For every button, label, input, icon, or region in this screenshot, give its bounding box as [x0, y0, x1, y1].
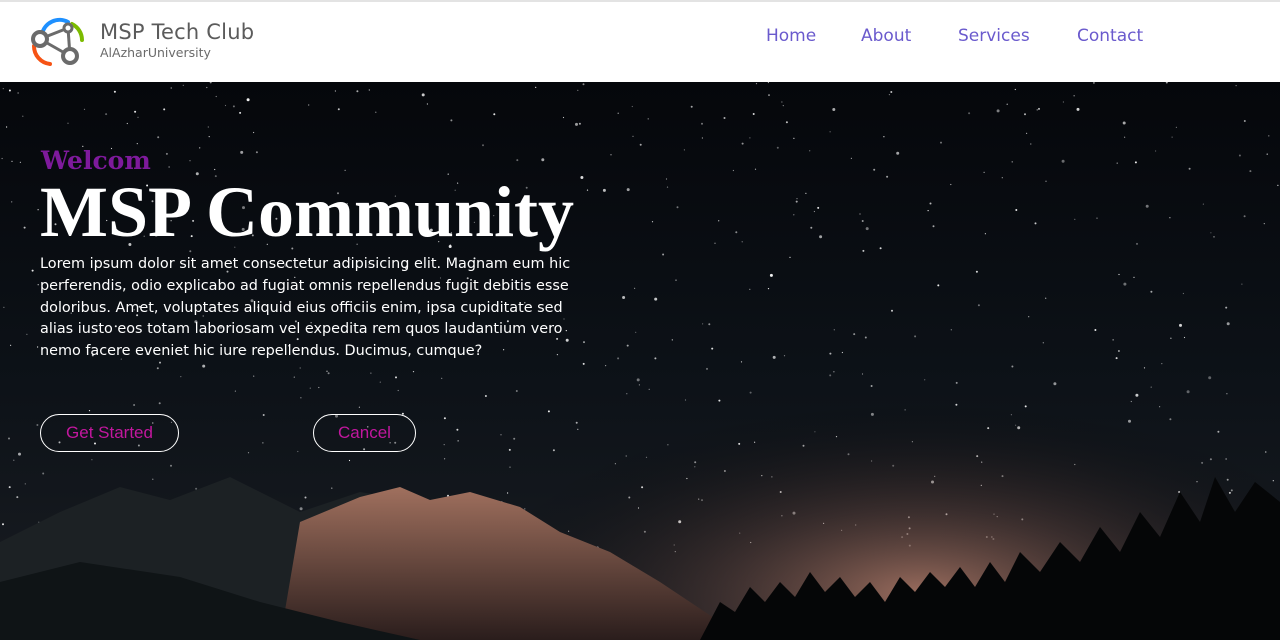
hero-title: MSP Community — [40, 172, 575, 252]
nav-home-link[interactable]: Home — [766, 26, 816, 46]
nav-about-link[interactable]: About — [861, 26, 911, 46]
brand-subtitle: AlAzharUniversity — [100, 45, 211, 60]
brand-title: MSP Tech Club — [100, 20, 255, 44]
msp-logo-icon[interactable] — [28, 16, 88, 70]
hero-section: Welcom MSP Community Lorem ipsum dolor s… — [0, 82, 1280, 640]
cancel-button[interactable]: Cancel — [313, 414, 416, 452]
hero-description: Lorem ipsum dolor sit amet consectetur a… — [40, 256, 571, 360]
get-started-button[interactable]: Get Started — [40, 414, 179, 452]
nav-services-link[interactable]: Services — [958, 26, 1030, 46]
nav-contact-link[interactable]: Contact — [1077, 26, 1143, 46]
welcome-text: Welcom — [41, 146, 151, 175]
site-header: MSP Tech Club AlAzharUniversity Home Abo… — [0, 0, 1280, 82]
